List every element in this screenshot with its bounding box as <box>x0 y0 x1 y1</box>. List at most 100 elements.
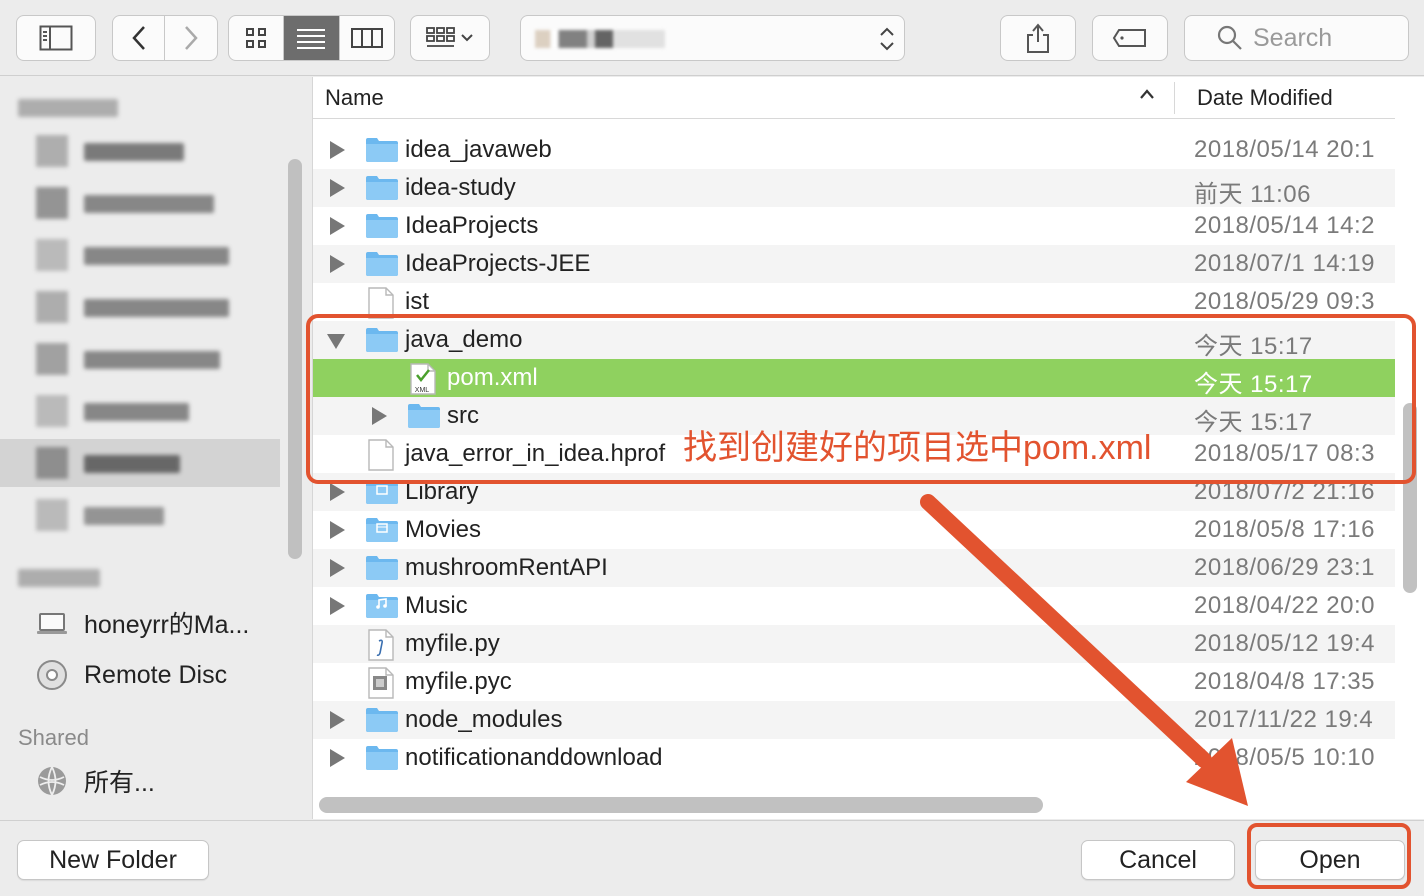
horizontal-scrollbar[interactable] <box>319 797 1043 813</box>
folder-icon <box>36 343 68 375</box>
folder-icon <box>365 173 399 206</box>
folder-icon <box>365 135 399 168</box>
table-row[interactable]: notificationanddownload 2018/05/5 10:10 <box>313 739 1395 777</box>
toolbar: Search <box>0 0 1424 76</box>
bottom-bar: New Folder Cancel Open <box>0 820 1424 896</box>
folder-icon <box>36 395 68 427</box>
forward-button[interactable] <box>165 16 217 60</box>
sidebar-item-redacted[interactable] <box>0 179 280 227</box>
sidebar-scrollbar[interactable] <box>288 159 302 559</box>
table-row[interactable]: Music 2018/04/22 20:0 <box>313 587 1395 625</box>
disclosure-collapsed-icon[interactable] <box>330 179 345 197</box>
folder-icon <box>365 249 399 282</box>
file-name: node_modules <box>405 706 563 733</box>
network-globe-icon <box>38 766 66 796</box>
list-icon <box>297 29 326 49</box>
cancel-button[interactable]: Cancel <box>1081 840 1235 880</box>
sidebar-item-redacted[interactable] <box>0 283 280 331</box>
home-icon <box>36 447 68 479</box>
path-popup[interactable] <box>520 15 905 61</box>
share-button[interactable] <box>1000 15 1076 61</box>
sidebar-item-label: 所有... <box>84 769 155 797</box>
table-row[interactable]: IdeaProjects-JEE 2018/07/1 14:19 <box>313 245 1395 283</box>
file-date-modified: 2018/05/8 17:16 <box>1194 516 1375 543</box>
folder-icon <box>36 135 68 167</box>
folder-icon <box>365 705 399 738</box>
file-date-modified: 前天 11:06 <box>1194 181 1311 208</box>
movies-folder-icon <box>365 515 399 548</box>
sidebar-item-redacted[interactable] <box>0 491 280 539</box>
sidebar-item-redacted[interactable] <box>0 387 280 435</box>
table-row[interactable]: IdeaProjects 2018/05/14 14:2 <box>313 207 1395 245</box>
disclosure-collapsed-icon[interactable] <box>330 749 345 767</box>
table-row[interactable]: myfile.py 2018/05/12 19:4 <box>313 625 1395 663</box>
list-view-button[interactable] <box>284 16 340 60</box>
sidebar-item-redacted-selected[interactable] <box>0 439 280 487</box>
file-date-modified: 2018/05/5 10:10 <box>1194 744 1375 771</box>
column-date-header[interactable]: Date Modified <box>1197 85 1333 111</box>
folder-icon <box>36 239 68 271</box>
folder-icon <box>365 743 399 776</box>
disclosure-collapsed-icon[interactable] <box>330 217 345 235</box>
tag-button[interactable] <box>1092 15 1168 61</box>
disclosure-collapsed-icon[interactable] <box>330 521 345 539</box>
search-input[interactable]: Search <box>1184 15 1409 61</box>
icon-view-button[interactable] <box>229 16 285 60</box>
search-placeholder: Search <box>1253 23 1333 52</box>
shared-header: Shared <box>18 725 89 750</box>
disclosure-collapsed-icon[interactable] <box>330 255 345 273</box>
disclosure-collapsed-icon[interactable] <box>330 559 345 577</box>
file-name: ist <box>405 288 429 315</box>
column-view-button[interactable] <box>340 16 394 60</box>
file-name: myfile.pyc <box>405 668 512 695</box>
sidebar-item-shared-all[interactable]: 所有... <box>0 757 280 805</box>
sidebar-item-label: Remote Disc <box>84 660 228 689</box>
file-date-modified: 2018/06/29 23:1 <box>1194 554 1375 581</box>
sidebar-item-computer[interactable]: honeyrr的Ma... <box>0 599 280 647</box>
folder-icon <box>365 553 399 586</box>
annotation-text: 找到创建好的项目选中pom.xml <box>683 429 1152 467</box>
updown-chevron-icon <box>880 27 894 51</box>
file-name: idea_javaweb <box>405 136 552 163</box>
arrange-menu-button[interactable] <box>410 15 490 61</box>
column-name-header[interactable]: Name <box>325 85 384 111</box>
file-name: notificationanddownload <box>405 744 663 771</box>
sidebar-icon <box>39 25 73 51</box>
sidebar: honeyrr的Ma... Remote Disc Shared 所有... <box>0 77 304 819</box>
search-icon <box>1217 25 1242 50</box>
sidebar-toggle-button[interactable] <box>16 15 96 61</box>
table-row[interactable]: myfile.pyc 2018/04/8 17:35 <box>313 663 1395 701</box>
new-folder-button[interactable]: New Folder <box>17 840 209 880</box>
folder-icon <box>36 291 68 323</box>
share-icon <box>1027 23 1049 53</box>
disclosure-collapsed-icon[interactable] <box>330 483 345 501</box>
sidebar-item-redacted[interactable] <box>0 231 280 279</box>
table-row[interactable]: node_modules 2017/11/22 19:4 <box>313 701 1395 739</box>
file-name: Music <box>405 592 468 619</box>
sidebar-item-redacted[interactable] <box>0 127 280 175</box>
table-row[interactable]: mushroomRentAPI 2018/06/29 23:1 <box>313 549 1395 587</box>
table-row[interactable]: Movies 2018/05/8 17:16 <box>313 511 1395 549</box>
compiled-python-file-icon <box>367 667 395 704</box>
disclosure-collapsed-icon[interactable] <box>330 597 345 615</box>
arrange-icon <box>426 27 473 47</box>
file-name: idea-study <box>405 174 516 201</box>
back-button[interactable] <box>113 16 165 60</box>
file-date-modified: 2018/05/29 09:3 <box>1194 288 1375 315</box>
file-name: IdeaProjects-JEE <box>405 250 591 277</box>
column-divider <box>1174 82 1175 114</box>
chevron-left-icon <box>131 26 145 50</box>
sidebar-item-redacted[interactable] <box>0 335 280 383</box>
folder-icon <box>36 499 68 531</box>
disclosure-collapsed-icon[interactable] <box>330 711 345 729</box>
sidebar-item-remote-disc[interactable]: Remote Disc <box>0 651 280 699</box>
disclosure-collapsed-icon[interactable] <box>330 141 345 159</box>
path-label-redacted <box>535 30 665 48</box>
file-name: myfile.py <box>405 630 500 657</box>
file-date-modified: 2018/04/8 17:35 <box>1194 668 1375 695</box>
folder-icon <box>365 211 399 244</box>
table-row[interactable]: idea-study 前天 11:06 <box>313 169 1395 208</box>
annotation-open-highlight <box>1247 823 1411 889</box>
table-row[interactable]: idea_javaweb 2018/05/14 20:1 <box>313 131 1395 169</box>
file-name: IdeaProjects <box>405 212 539 239</box>
